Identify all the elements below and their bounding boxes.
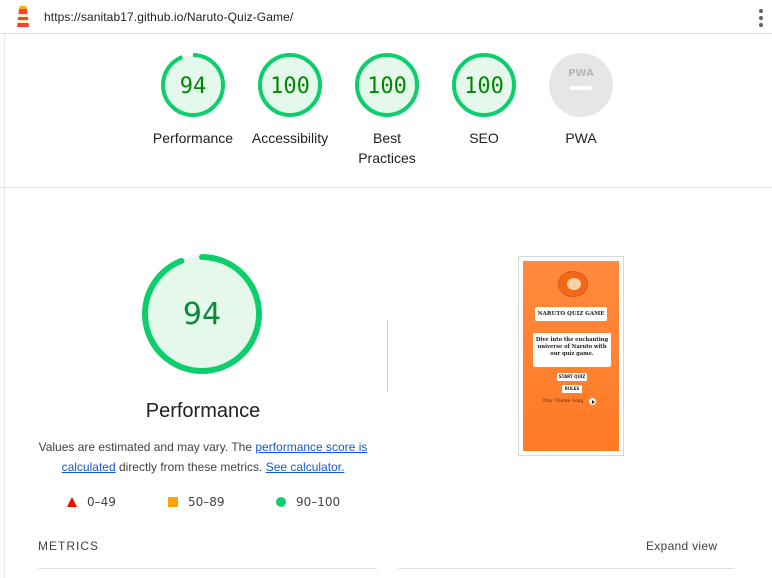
gauge-ring: 100 bbox=[258, 53, 322, 117]
note-text: Values are estimated and may vary. The bbox=[38, 440, 256, 454]
gauge-label: PWA bbox=[565, 130, 597, 146]
section-divider bbox=[387, 320, 388, 392]
performance-note: Values are estimated and may vary. The p… bbox=[30, 437, 376, 477]
gauge-label: Performance bbox=[152, 130, 234, 146]
final-screenshot[interactable]: NARUTO QUIZ GAME Dive into the enchantin… bbox=[518, 256, 624, 456]
legend-average: 50–89 bbox=[168, 494, 225, 510]
screenshot-description: Dive into the enchanting universe of Nar… bbox=[533, 333, 611, 367]
legend-range: 0–49 bbox=[87, 495, 116, 509]
naruto-mascot-icon bbox=[558, 271, 588, 297]
pwa-badge-text: PWA bbox=[568, 68, 594, 79]
gauge-ring: 100 bbox=[355, 53, 419, 117]
circle-icon bbox=[276, 497, 286, 507]
page-url[interactable]: https://sanitab17.github.io/Naruto-Quiz-… bbox=[44, 10, 293, 24]
gauge-performance[interactable]: 94 Performance bbox=[145, 52, 241, 148]
gauge-label: SEO bbox=[469, 130, 499, 146]
gauge-best-practices[interactable]: 100 Best Practices bbox=[339, 52, 435, 168]
legend-range: 90–100 bbox=[296, 495, 341, 509]
triangle-icon bbox=[67, 497, 77, 507]
performance-score: 94 bbox=[183, 297, 221, 332]
gauge-pwa[interactable]: PWA PWA bbox=[533, 52, 629, 148]
gauge-score: 100 bbox=[367, 74, 407, 99]
screenshot-image: NARUTO QUIZ GAME Dive into the enchantin… bbox=[523, 261, 619, 451]
score-summary: 94 Performance 100 Accessibility 100 Bes… bbox=[0, 34, 772, 188]
gauge-score: 100 bbox=[464, 74, 504, 99]
screenshot-title: NARUTO QUIZ GAME bbox=[535, 307, 607, 321]
note-text: directly from these metrics. bbox=[115, 460, 266, 474]
gauge-label: Best Practices bbox=[358, 130, 416, 166]
expand-view-button[interactable]: Expand view bbox=[646, 539, 717, 553]
kebab-menu-icon[interactable] bbox=[758, 9, 764, 27]
gauge-accessibility[interactable]: 100 Accessibility bbox=[242, 52, 338, 148]
metrics-rule bbox=[398, 568, 734, 569]
metrics-heading: METRICS bbox=[38, 539, 99, 553]
url-bar: https://sanitab17.github.io/Naruto-Quiz-… bbox=[0, 0, 772, 34]
gauge-score: 94 bbox=[180, 74, 207, 99]
gauge-seo[interactable]: 100 SEO bbox=[436, 52, 532, 148]
gauge-score: 100 bbox=[270, 74, 310, 99]
pwa-badge-icon: PWA bbox=[549, 53, 613, 117]
lighthouse-icon bbox=[17, 6, 29, 27]
rules-button: RULES bbox=[562, 385, 582, 393]
performance-title: Performance bbox=[145, 400, 261, 422]
performance-gauge: 94 bbox=[142, 254, 262, 374]
play-icon bbox=[589, 398, 596, 405]
metrics-rule bbox=[38, 568, 377, 569]
square-icon bbox=[168, 497, 178, 507]
legend-range: 50–89 bbox=[188, 495, 225, 509]
gauge-ring: 94 bbox=[161, 53, 225, 117]
see-calculator-link[interactable]: See calculator. bbox=[266, 460, 345, 474]
gauge-label: Accessibility bbox=[251, 130, 329, 146]
gauge-ring: 100 bbox=[452, 53, 516, 117]
legend-pass: 90–100 bbox=[276, 494, 340, 510]
start-quiz-button: START QUIZ bbox=[557, 373, 587, 381]
legend-fail: 0–49 bbox=[67, 494, 116, 510]
theme-song-label: Play Theme Song bbox=[543, 399, 584, 404]
